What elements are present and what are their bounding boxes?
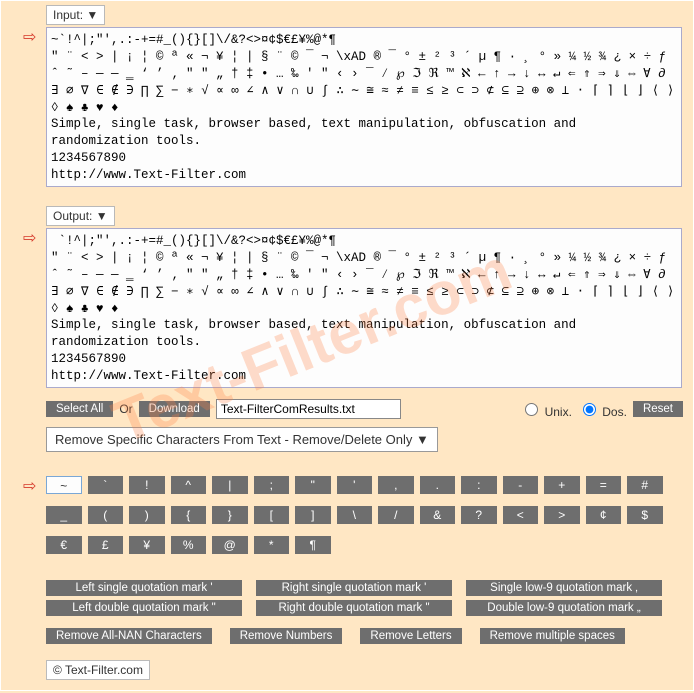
char-button[interactable]: ¶: [295, 536, 331, 554]
character-button-grid: ~ `! ^ |; " ',.:-+ = # _ () {} [] \ /&? < > ¢ $ € £ ¥% @ * ¶: [46, 476, 686, 560]
char-button[interactable]: /: [378, 506, 414, 524]
char-button[interactable]: {: [171, 506, 207, 524]
char-button[interactable]: #: [627, 476, 663, 494]
char-button[interactable]: $: [627, 506, 663, 524]
left-single-quote-button[interactable]: Left single quotation mark ': [46, 580, 242, 596]
output-textarea[interactable]: [46, 228, 682, 388]
char-button[interactable]: _: [46, 506, 82, 524]
char-button[interactable]: !: [129, 476, 165, 494]
unix-radio-label[interactable]: Unix.: [520, 400, 572, 419]
char-button[interactable]: €: [46, 536, 82, 554]
char-button[interactable]: }: [212, 506, 248, 524]
unix-radio[interactable]: [525, 403, 538, 416]
output-area-wrap: [11, 228, 683, 391]
right-single-quote-button[interactable]: Right single quotation mark ': [256, 580, 452, 596]
char-button[interactable]: ': [337, 476, 373, 494]
select-all-button[interactable]: Select All: [46, 401, 113, 417]
input-textarea[interactable]: [46, 27, 682, 187]
footer-credit: © Text-Filter.com: [46, 660, 150, 680]
remove-letters-button[interactable]: Remove Letters: [360, 628, 461, 644]
char-button[interactable]: ?: [461, 506, 497, 524]
char-button[interactable]: \: [337, 506, 373, 524]
char-button[interactable]: ¢: [586, 506, 622, 524]
remove-multiple-spaces-button[interactable]: Remove multiple spaces: [480, 628, 625, 644]
char-button[interactable]: £: [88, 536, 124, 554]
input-label[interactable]: Input: ▼: [46, 5, 105, 25]
mode-dropdown[interactable]: Remove Specific Characters From Text - R…: [46, 427, 438, 452]
arrow-icon: [23, 27, 49, 47]
char-button[interactable]: &: [420, 506, 456, 524]
reset-button[interactable]: Reset: [633, 401, 683, 417]
char-button[interactable]: :: [461, 476, 497, 494]
char-button[interactable]: ": [295, 476, 331, 494]
char-button[interactable]: `: [88, 476, 124, 494]
controls-row: Select All Or Download Unix. Dos. Reset: [46, 399, 683, 419]
char-button[interactable]: |: [212, 476, 248, 494]
dos-radio[interactable]: [583, 403, 596, 416]
or-text: Or: [119, 402, 132, 416]
char-button[interactable]: (: [88, 506, 124, 524]
remove-numbers-button[interactable]: Remove Numbers: [230, 628, 343, 644]
char-button[interactable]: >: [544, 506, 580, 524]
filename-input[interactable]: [216, 399, 401, 419]
char-button[interactable]: ~: [46, 476, 82, 494]
output-label[interactable]: Output: ▼: [46, 206, 115, 226]
char-button[interactable]: ]: [295, 506, 331, 524]
remove-all-nan-button[interactable]: Remove All-NAN Characters: [46, 628, 212, 644]
single-low9-quote-button[interactable]: Single low-9 quotation mark ‚: [466, 580, 662, 596]
char-button[interactable]: +: [544, 476, 580, 494]
char-button[interactable]: ): [129, 506, 165, 524]
char-button[interactable]: @: [212, 536, 248, 554]
char-button[interactable]: [: [254, 506, 290, 524]
char-button[interactable]: %: [171, 536, 207, 554]
char-button[interactable]: .: [420, 476, 456, 494]
download-button[interactable]: Download: [139, 401, 210, 417]
arrow-icon: [23, 228, 49, 248]
char-button[interactable]: ,: [378, 476, 414, 494]
right-double-quote-button[interactable]: Right double quotation mark ": [256, 600, 452, 616]
input-area-wrap: [11, 27, 683, 190]
char-button[interactable]: <: [503, 506, 539, 524]
char-button[interactable]: -: [503, 476, 539, 494]
char-button[interactable]: ¥: [129, 536, 165, 554]
char-button[interactable]: =: [586, 476, 622, 494]
left-double-quote-button[interactable]: Left double quotation mark ": [46, 600, 242, 616]
char-button[interactable]: ;: [254, 476, 290, 494]
dos-radio-label[interactable]: Dos.: [578, 400, 627, 419]
double-low9-quote-button[interactable]: Double low-9 quotation mark „: [466, 600, 662, 616]
char-button[interactable]: *: [254, 536, 290, 554]
char-button[interactable]: ^: [171, 476, 207, 494]
